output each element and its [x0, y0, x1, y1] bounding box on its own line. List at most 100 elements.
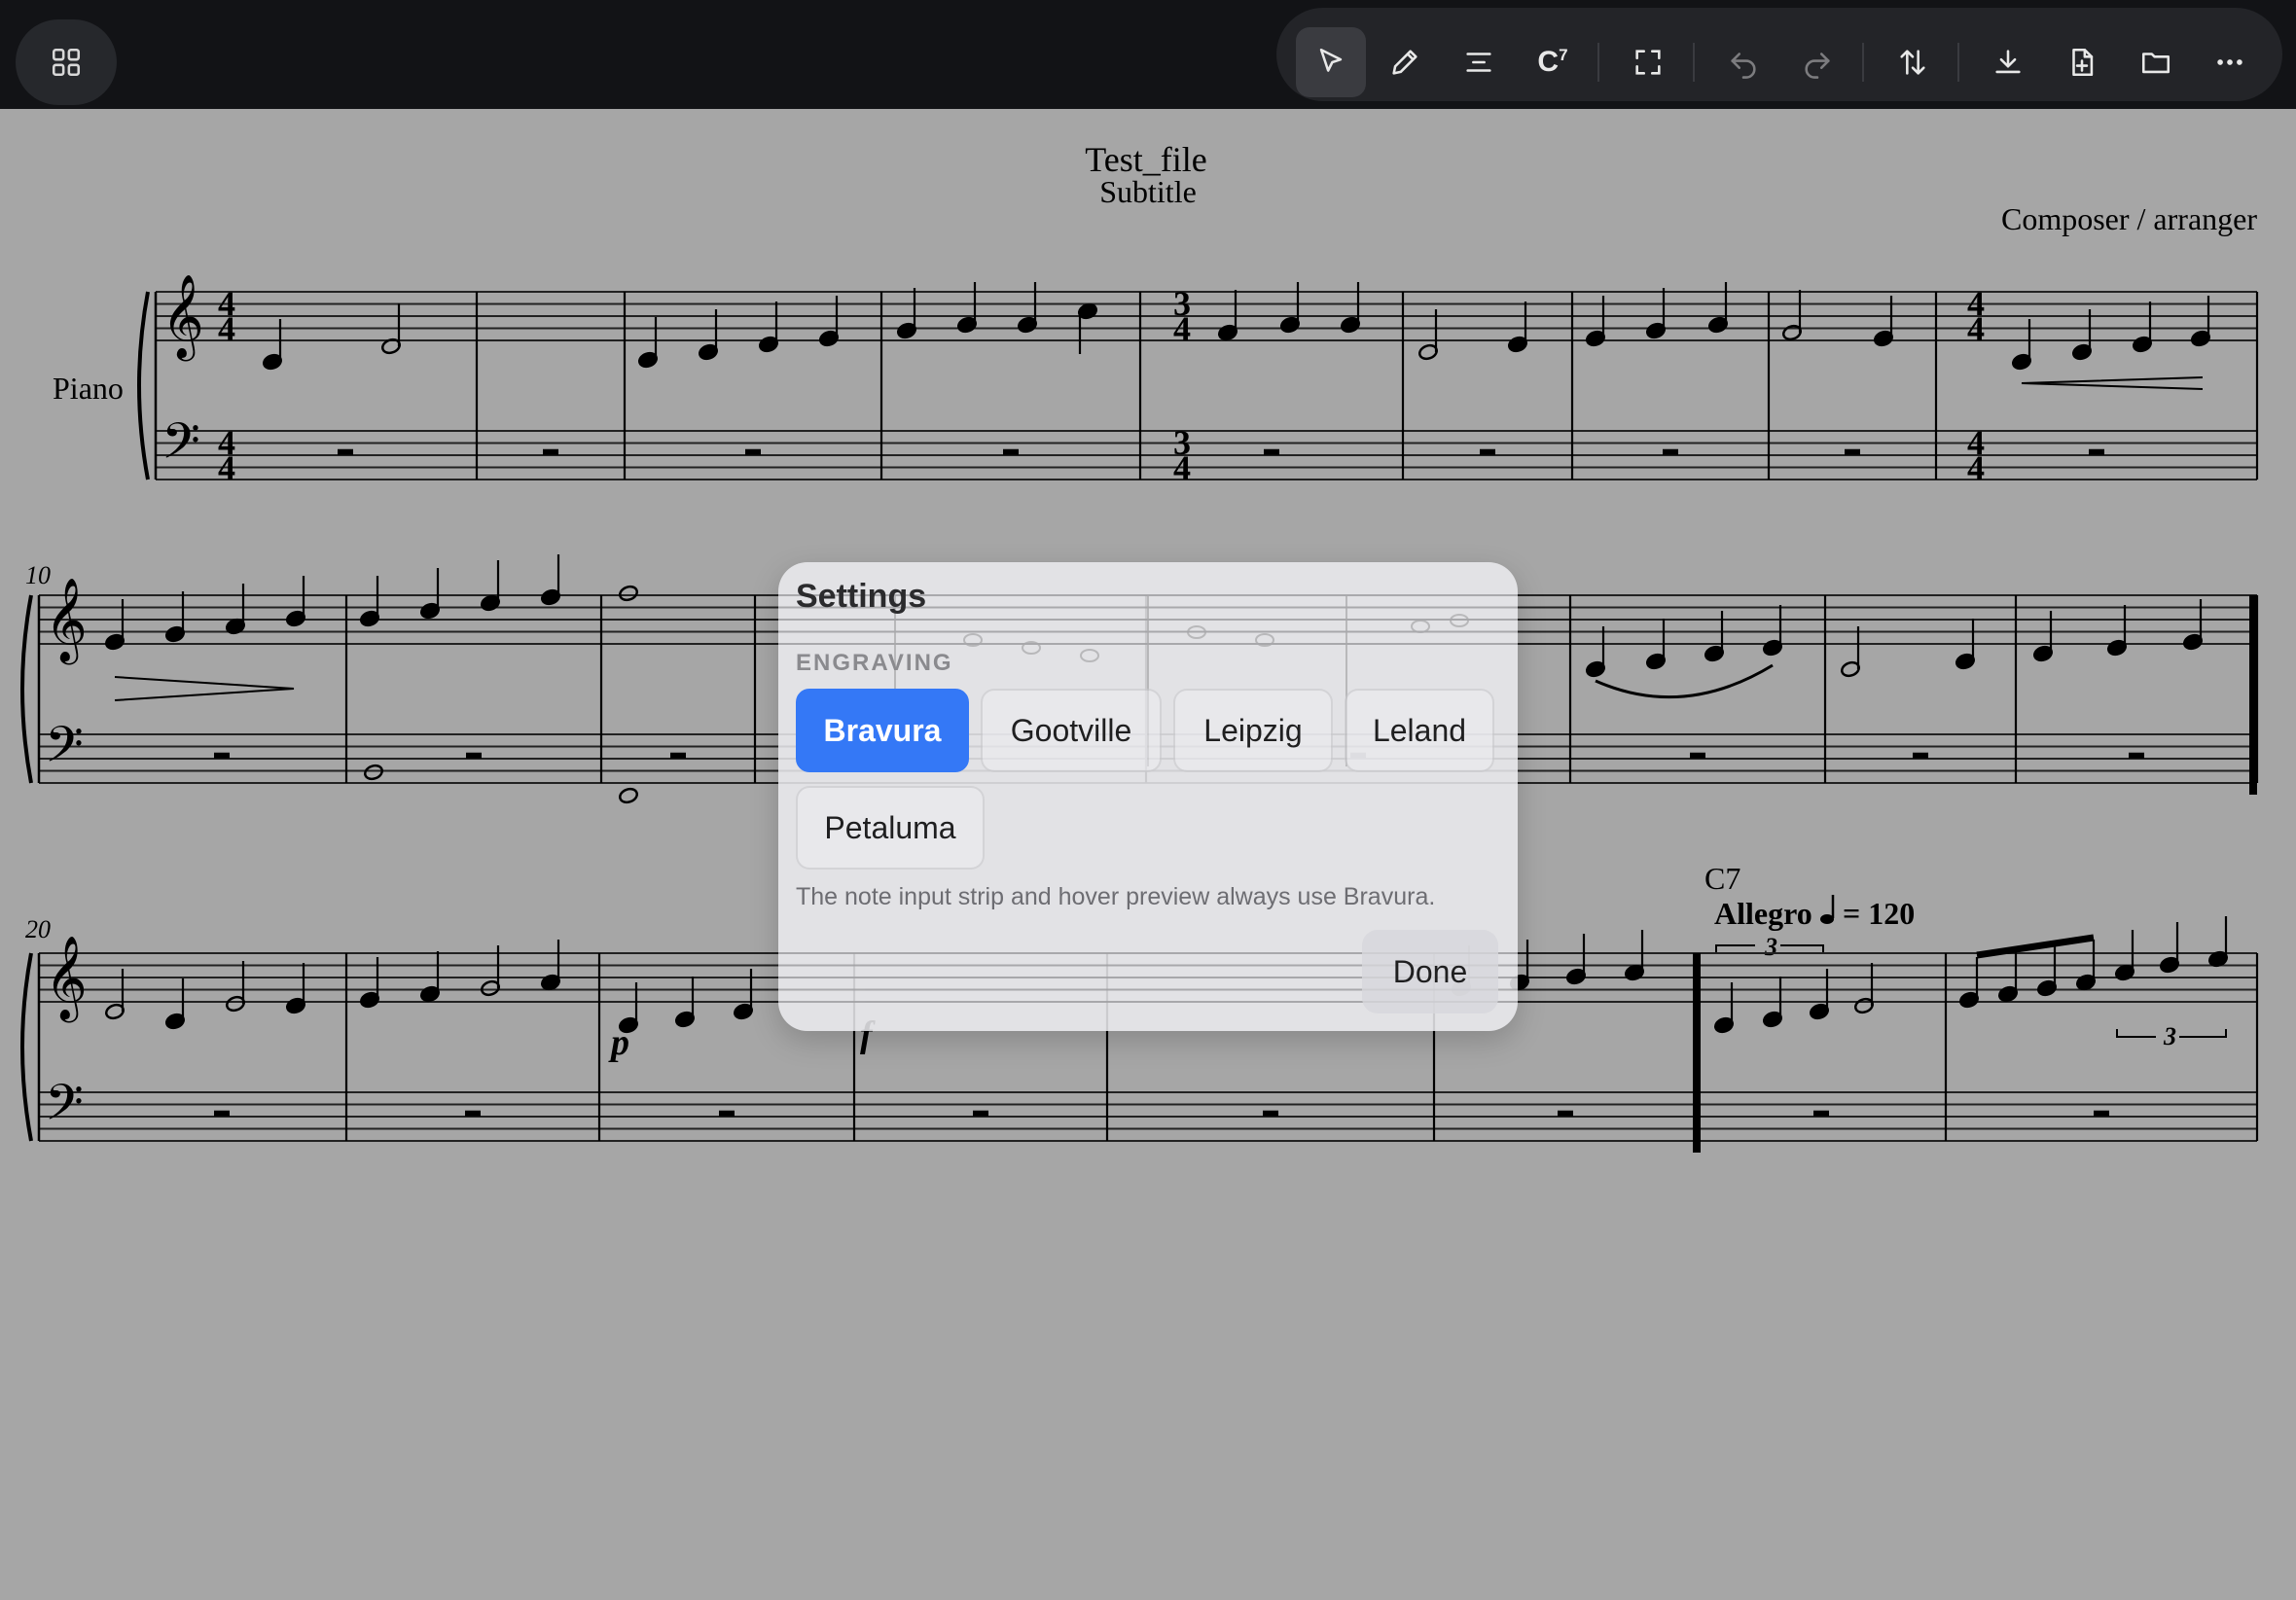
whole-rest: [1003, 448, 1019, 455]
time-signature: 4: [1173, 448, 1191, 487]
bass-clef: 𝄢: [45, 1073, 84, 1144]
done-button[interactable]: Done: [1362, 930, 1498, 1013]
toolbar-divider: [1597, 43, 1599, 82]
tempo-text: Allegro: [1714, 896, 1812, 931]
section-label: ENGRAVING: [796, 650, 953, 676]
more-icon: [2217, 59, 2242, 65]
chord-symbol-icon: C7: [1537, 46, 1568, 78]
pencil-icon: [1392, 50, 1417, 75]
fullscreen-icon: [1635, 50, 1661, 75]
whole-rest: [2129, 752, 2144, 759]
tuplet-number: 3: [2163, 1022, 2176, 1050]
time-signature: 4: [1967, 448, 1985, 487]
whole-rest: [1558, 1110, 1573, 1117]
whole-rest: [1663, 448, 1678, 455]
whole-rest: [2094, 1110, 2109, 1117]
redo-button[interactable]: [1782, 27, 1852, 97]
toolbar-divider: [1693, 43, 1695, 82]
toolbar-divider: [1862, 43, 1864, 82]
score-subtitle: Subtitle: [1099, 174, 1197, 209]
ghost-note: [963, 633, 983, 647]
align-icon: [1466, 53, 1491, 72]
double-barline: [1693, 953, 1701, 1153]
whole-rest: [1263, 1110, 1278, 1117]
ghost-note: [1022, 641, 1041, 655]
ghost-note: [1080, 649, 1099, 662]
select-icon: [1319, 48, 1343, 72]
treble-clef: 𝄞: [161, 274, 204, 362]
ghost-note: [1187, 625, 1206, 639]
whole-rest: [466, 752, 482, 759]
whole-rest: [1813, 1110, 1829, 1117]
brace: [20, 952, 33, 1142]
whole-rest: [1913, 752, 1928, 759]
whole-rest: [1480, 448, 1495, 455]
ghost-note: [1411, 620, 1430, 633]
whole-rest: [745, 448, 761, 455]
dialog-title: Settings: [796, 578, 927, 615]
tempo-value: = 120: [1843, 896, 1915, 931]
whole-rest: [543, 448, 558, 455]
align-button[interactable]: [1444, 27, 1514, 97]
redo-icon: [1805, 53, 1830, 79]
download-icon: [1995, 50, 2021, 74]
download-button[interactable]: [1973, 27, 2043, 97]
score-title: Test_file: [1085, 140, 1206, 179]
toolbar: C7: [1276, 8, 2282, 101]
whole-rest: [1845, 448, 1860, 455]
time-signature: 4: [218, 309, 235, 348]
app-grid-button[interactable]: [16, 19, 117, 105]
whole-rest: [1264, 448, 1279, 455]
font-option-gootville[interactable]: Gootville: [981, 689, 1162, 772]
grid-icon: [52, 48, 81, 77]
fullscreen-button[interactable]: [1613, 27, 1683, 97]
font-option-petaluma[interactable]: Petaluma: [796, 786, 985, 870]
time-signature: 4: [1173, 309, 1191, 348]
hairpin: [114, 676, 295, 701]
bass-clef: 𝄢: [45, 715, 84, 786]
treble-clef: 𝄞: [45, 936, 88, 1023]
new-file-button[interactable]: [2047, 27, 2117, 97]
transpose-icon: [1900, 50, 1925, 75]
note-head: [619, 787, 638, 804]
top-bar: C7: [0, 0, 2296, 109]
ghost-note: [1255, 633, 1274, 647]
slur: [1595, 663, 1774, 699]
dialog-note: The note input strip and hover preview a…: [796, 883, 1436, 910]
hairpin: [2021, 376, 2204, 390]
more-button[interactable]: [2195, 27, 2265, 97]
whole-rest: [2089, 448, 2104, 455]
bass-clef: 𝄢: [161, 411, 200, 482]
undo-icon: [1731, 53, 1756, 79]
ghost-note: [1450, 614, 1469, 627]
whole-rest: [670, 752, 686, 759]
toolbar-divider: [1957, 43, 1959, 82]
whole-rest: [214, 1110, 230, 1117]
font-option-bravura[interactable]: Bravura: [796, 689, 969, 772]
undo-button[interactable]: [1708, 27, 1778, 97]
score-composer: Composer / arranger: [2001, 201, 2257, 236]
open-folder-button[interactable]: [2121, 27, 2191, 97]
new-file-icon: [2072, 48, 2094, 77]
whole-rest: [1690, 752, 1705, 759]
tuplet-number: 3: [1764, 933, 1777, 961]
treble-clef: 𝄞: [45, 578, 88, 665]
time-signature: 4: [218, 448, 235, 487]
whole-rest: [973, 1110, 988, 1117]
time-signature: 4: [1967, 309, 1985, 348]
whole-rest: [214, 752, 230, 759]
whole-rest: [465, 1110, 481, 1117]
font-option-leland[interactable]: Leland: [1345, 689, 1494, 772]
whole-rest: [338, 448, 353, 455]
settings-dialog: Settings ENGRAVING Bravura Gootville Lei…: [778, 562, 1518, 1031]
chord-symbol: C7: [1704, 861, 1740, 896]
chord-symbol-button[interactable]: C7: [1518, 27, 1588, 97]
select-tool-button[interactable]: [1296, 27, 1366, 97]
transpose-button[interactable]: [1878, 27, 1948, 97]
font-option-leipzig[interactable]: Leipzig: [1173, 689, 1333, 772]
folder-icon: [2141, 53, 2170, 74]
pencil-tool-button[interactable]: [1370, 27, 1440, 97]
final-barline: [2249, 595, 2257, 795]
note-head: [619, 585, 638, 602]
whole-rest: [719, 1110, 735, 1117]
